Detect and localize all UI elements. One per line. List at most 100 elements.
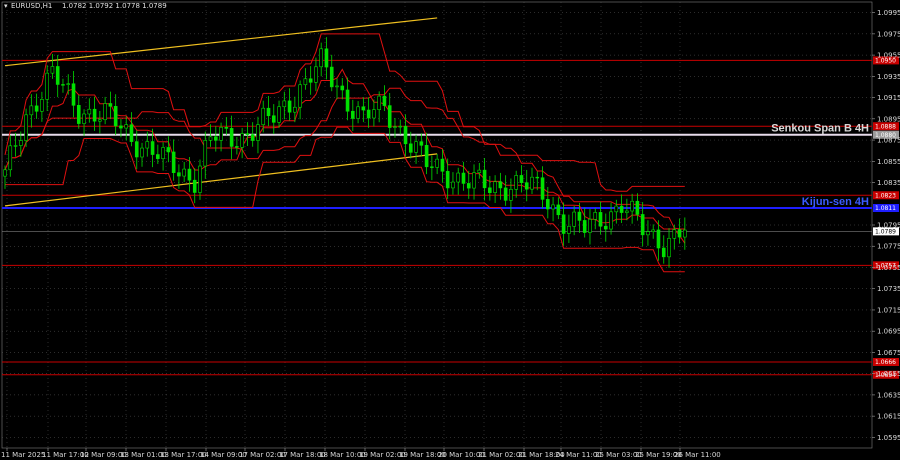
- candle-body: [609, 211, 613, 230]
- header-symbol: EURUSD,H1: [11, 2, 52, 10]
- y-tick-label: 1.0695: [877, 328, 900, 336]
- candle-body: [329, 66, 334, 88]
- y-tick-label: 1.0755: [877, 264, 900, 272]
- candle-body: [493, 181, 497, 193]
- y-tick-label: 1.0635: [877, 391, 900, 399]
- candle-body: [572, 211, 576, 227]
- candle-body: [556, 204, 561, 216]
- y-tick-label: 1.0735: [877, 285, 900, 293]
- candle-body: [229, 128, 234, 147]
- candle-body: [40, 99, 44, 112]
- candle-body: [630, 200, 634, 212]
- candle-body: [593, 212, 598, 220]
- candle-body: [293, 106, 297, 113]
- y-tick-label: 1.0795: [877, 222, 900, 230]
- candle-body: [19, 140, 23, 146]
- y-tick-label: 1.0655: [877, 370, 900, 378]
- y-tick-label: 1.0615: [877, 413, 900, 421]
- chart-header: ▾ EURUSD,H1 1.0782 1.0792 1.0778 1.0789: [4, 2, 167, 10]
- candle-body: [119, 125, 123, 129]
- candle-body: [24, 114, 28, 141]
- candle-body: [398, 125, 403, 128]
- candle-body: [372, 109, 376, 119]
- trend-line: [4, 17, 438, 67]
- grid-lines: [1, 1, 873, 449]
- candle-body: [435, 158, 439, 168]
- candle-body: [8, 145, 13, 171]
- candle-body: [208, 136, 213, 141]
- candle-body: [540, 177, 545, 200]
- candle-body: [314, 66, 318, 83]
- header-symbol-arrow: ▾: [4, 2, 8, 10]
- level-price-label: 1.0823: [875, 192, 896, 199]
- candle-body: [13, 145, 18, 147]
- candle-body: [303, 78, 308, 86]
- level-price-label: 1.0666: [875, 359, 896, 366]
- candle-body: [66, 83, 71, 85]
- candle-body: [140, 147, 144, 158]
- plot-frame: [1, 1, 873, 449]
- candle-body: [403, 125, 408, 145]
- candle-body: [661, 247, 666, 258]
- candle-body: [171, 151, 176, 173]
- y-tick-label: 1.0595: [877, 434, 900, 442]
- candle-body: [319, 48, 324, 68]
- candle-body: [298, 84, 302, 108]
- candle-body: [603, 225, 608, 230]
- candle-body: [129, 124, 134, 142]
- candle-body: [672, 229, 677, 239]
- candle-body: [588, 218, 592, 233]
- y-tick-label: 1.0875: [877, 137, 900, 145]
- candle-body: [651, 229, 656, 232]
- candle-body: [87, 108, 92, 115]
- candle-body: [256, 124, 260, 141]
- candle-body: [361, 106, 366, 111]
- tenkan-line: [4, 68, 686, 244]
- candle-body: [340, 85, 345, 91]
- candle-body: [582, 220, 587, 233]
- candle-body: [498, 181, 503, 189]
- current-price-label: 1.0789: [875, 229, 896, 236]
- candle-body: [561, 214, 566, 234]
- candle-body: [3, 169, 7, 177]
- candle-body: [187, 168, 192, 181]
- candle-body: [98, 119, 102, 122]
- y-tick-label: 1.0915: [877, 94, 900, 102]
- candle-body: [192, 179, 197, 193]
- candle-body: [240, 133, 244, 148]
- candle-body: [625, 210, 629, 213]
- upper-envelope-line: [4, 33, 685, 192]
- trend-line: [4, 153, 438, 207]
- candle-body: [614, 205, 619, 213]
- candle-body: [382, 95, 387, 106]
- candle-body: [482, 169, 487, 189]
- candle-body: [287, 100, 292, 113]
- candle-body: [677, 229, 682, 238]
- candle-body: [182, 168, 186, 177]
- y-tick-label: 1.0675: [877, 349, 900, 357]
- candle-body: [156, 154, 160, 159]
- candle-body: [277, 106, 281, 123]
- candle-body: [519, 175, 524, 183]
- candle-body: [445, 170, 450, 189]
- y-tick-label: 1.0855: [877, 158, 900, 166]
- ichimoku-lines: [4, 33, 686, 273]
- candle-body: [271, 115, 276, 123]
- candle-body: [667, 238, 671, 258]
- time-axis: 11 Mar 202511 Mar 17:0012 Mar 09:0013 Ma…: [1, 448, 721, 459]
- y-tick-label: 1.0775: [877, 243, 900, 251]
- candle-body: [366, 109, 371, 119]
- candle-body: [71, 83, 76, 106]
- candle-body: [113, 106, 118, 127]
- candle-body: [393, 126, 397, 128]
- candle-body: [387, 105, 392, 128]
- price-chart[interactable]: 1.09501.08881.0880Senkou Span B 4H1.0823…: [0, 0, 900, 460]
- candle-body: [440, 158, 445, 172]
- candle-body: [266, 107, 271, 117]
- candle-body: [250, 134, 255, 141]
- candle-body: [683, 229, 687, 238]
- lower-envelope-line: [5, 126, 685, 273]
- y-tick-label: 1.0935: [877, 73, 900, 81]
- candles: [3, 37, 687, 268]
- candle-body: [198, 165, 202, 193]
